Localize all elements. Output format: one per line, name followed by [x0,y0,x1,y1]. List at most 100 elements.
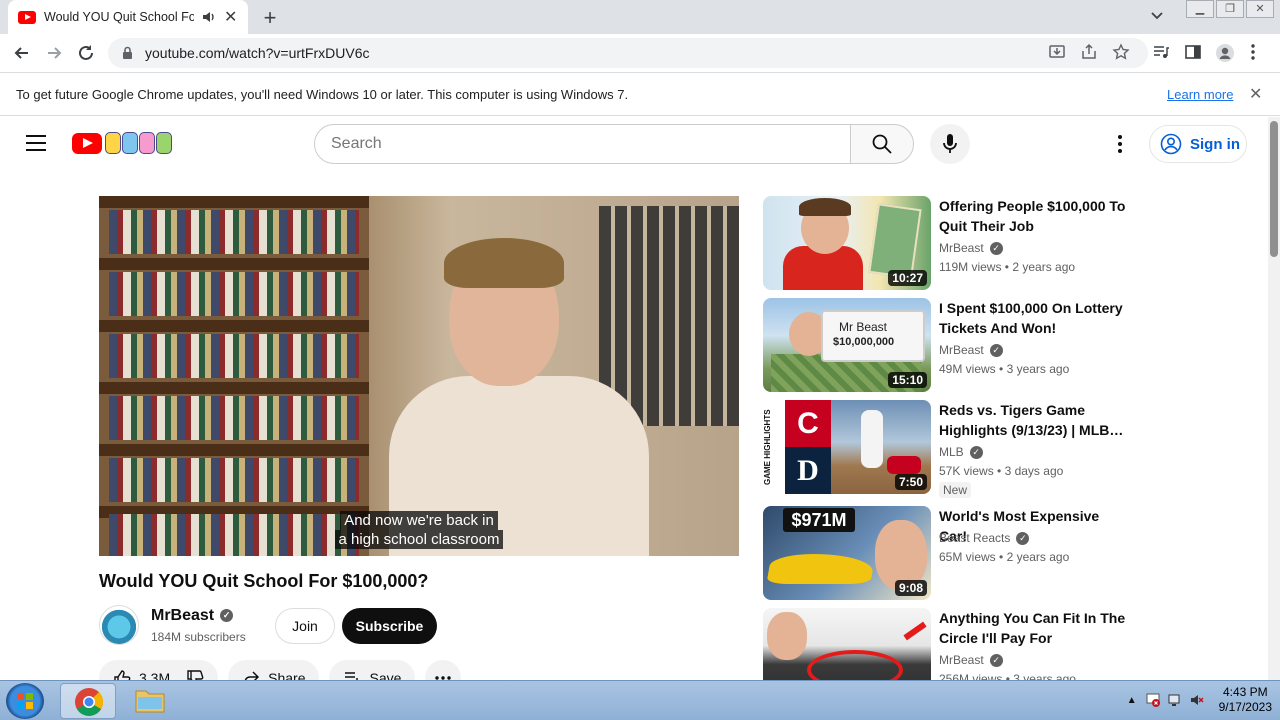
new-badge: New [939,482,972,498]
recommendation-meta: 49M views • 3 years ago [939,362,1070,376]
recommendation-item[interactable]: Mr Beast $10,000,000 15:10 I Spent $100,… [763,298,1143,394]
verified-icon: ✓ [989,242,1003,256]
verified-icon: ✓ [220,609,234,623]
bookshelf-scene [99,196,369,556]
recommendation-meta: 65M views • 2 years ago [939,550,1070,564]
page-scrollbar[interactable] [1268,117,1280,680]
window-controls: ▁ ❐ ✕ [1184,0,1274,18]
video-thumbnail[interactable]: $971M 9:08 [763,506,931,600]
search-button[interactable] [850,124,914,164]
recommendation-channel[interactable]: MrBeast ✓ [939,343,1003,358]
sign-in-label: Sign in [1190,135,1240,153]
media-icon[interactable] [1152,43,1172,63]
voice-search-button[interactable] [930,124,970,164]
channel-avatar[interactable] [99,605,139,645]
recommendation-channel[interactable]: Beast Reacts ✓ [939,531,1030,546]
share-icon[interactable] [1080,43,1100,63]
car-price-label: $971M [783,508,855,532]
verified-icon: ✓ [989,344,1003,358]
action-center-icon[interactable] [1145,692,1161,708]
volume-muted-icon[interactable] [1189,692,1205,708]
recommendation-item[interactable]: 10:27 Offering People $100,000 To Quit T… [763,196,1143,292]
chrome-taskbar-button[interactable] [60,683,116,719]
infobar-message: To get future Google Chrome updates, you… [16,87,629,102]
caption-line-2: a high school classroom [99,530,739,549]
minimize-button[interactable]: ▁ [1186,0,1214,18]
browser-tab[interactable]: Would YOU Quit School For ✕ [8,0,248,34]
video-player[interactable]: And now we're back in a high school clas… [99,196,739,556]
recommendation-meta: 256M views • 3 years ago [939,672,1076,680]
search-input[interactable] [331,135,811,153]
sidepanel-icon[interactable] [1184,43,1204,63]
profile-icon[interactable] [1215,43,1235,63]
video-thumbnail[interactable]: Mr Beast $10,000,000 15:10 [763,298,931,392]
recommendation-title[interactable]: Anything You Can Fit In The Circle I'll … [939,608,1129,648]
caption-line-1: And now we're back in [99,511,739,530]
recommendation-title[interactable]: I Spent $100,000 On Lottery Tickets And … [939,298,1129,338]
folder-icon [135,690,165,713]
url-text[interactable]: youtube.com/watch?v=urtFrxDUV6c [145,45,369,61]
recommendation-channel[interactable]: MLB ✓ [939,445,983,460]
close-window-button[interactable]: ✕ [1246,0,1274,18]
start-button[interactable] [6,683,44,719]
recommendation-channel[interactable]: MrBeast ✓ [939,653,1003,668]
taskbar-clock[interactable]: 4:43 PM 9/17/2023 [1219,685,1272,715]
mic-icon [943,134,957,153]
video-thumbnail[interactable]: GAME HIGHLIGHTS C D 7:50 [763,400,931,494]
tab-close-icon[interactable]: ✕ [224,7,237,27]
game-highlights-label: GAME HIGHLIGHTS [763,400,785,494]
join-button[interactable]: Join [275,608,335,644]
sign-in-button[interactable]: Sign in [1149,125,1247,163]
restore-button[interactable]: ❐ [1216,0,1244,18]
tray-expand-icon[interactable]: ▲ [1127,695,1137,706]
reds-logo: C [785,400,831,447]
install-icon[interactable] [1048,43,1068,63]
back-icon[interactable] [12,43,32,63]
tab-strip: Would YOU Quit School For ✕ + ▁ ❐ ✕ [0,0,1280,34]
search-field[interactable] [314,124,851,164]
windows-taskbar: ▲ 4:43 PM 9/17/2023 [0,680,1280,720]
system-tray: ▲ 4:43 PM 9/17/2023 [1127,685,1272,715]
recommendation-channel[interactable]: MrBeast ✓ [939,241,1003,256]
chrome-icon [75,688,104,716]
lock-icon[interactable] [122,46,133,60]
tab-search-icon[interactable] [1150,8,1164,22]
video-title: Would YOU Quit School For $100,000? [99,571,429,591]
recommendation-title[interactable]: Reds vs. Tigers Game Highlights (9/13/23… [939,400,1129,440]
new-tab-button[interactable]: + [258,5,282,31]
network-icon[interactable] [1167,692,1183,708]
recommendation-item[interactable]: GAME HIGHLIGHTS C D 7:50 Reds vs. Tigers… [763,400,1143,498]
explorer-taskbar-button[interactable] [122,683,178,719]
video-thumbnail[interactable] [763,608,931,680]
menu-icon[interactable] [26,135,46,151]
channel-name[interactable]: MrBeast ✓ [151,607,234,625]
recommendation-item[interactable]: Anything You Can Fit In The Circle I'll … [763,608,1143,680]
address-bar[interactable]: youtube.com/watch?v=urtFrxDUV6c [108,38,1148,68]
video-thumbnail[interactable]: 10:27 [763,196,931,290]
youtube-doodle[interactable] [105,132,173,154]
duration-badge: 10:27 [888,270,927,286]
verified-icon: ✓ [1016,532,1030,546]
reload-icon[interactable] [76,43,96,63]
star-icon[interactable] [1112,43,1132,63]
learn-more-link[interactable]: Learn more [1167,87,1233,102]
lottery-amount: $10,000,000 [833,336,895,348]
audio-playing-icon[interactable] [202,10,216,24]
forward-icon[interactable] [44,43,64,63]
youtube-favicon-icon [18,10,36,24]
update-infobar: To get future Google Chrome updates, you… [0,72,1280,116]
duration-badge: 9:08 [894,580,927,596]
subscribe-button[interactable]: Subscribe [342,608,437,644]
chrome-menu-icon[interactable] [1250,43,1270,63]
recommendation-item[interactable]: $971M 9:08 World's Most Expensive Car! B… [763,506,1143,602]
verified-icon: ✓ [989,654,1003,668]
youtube-logo[interactable] [72,133,102,154]
scrollbar-thumb[interactable] [1270,121,1278,257]
clock-date: 9/17/2023 [1218,700,1272,714]
tigers-logo: D [785,447,831,494]
clock-time: 4:43 PM [1222,685,1268,699]
windows-logo-icon [17,693,33,709]
infobar-close-icon[interactable]: ✕ [1249,84,1262,104]
recommendation-title[interactable]: Offering People $100,000 To Quit Their J… [939,196,1129,236]
kebab-icon[interactable] [1110,133,1130,155]
